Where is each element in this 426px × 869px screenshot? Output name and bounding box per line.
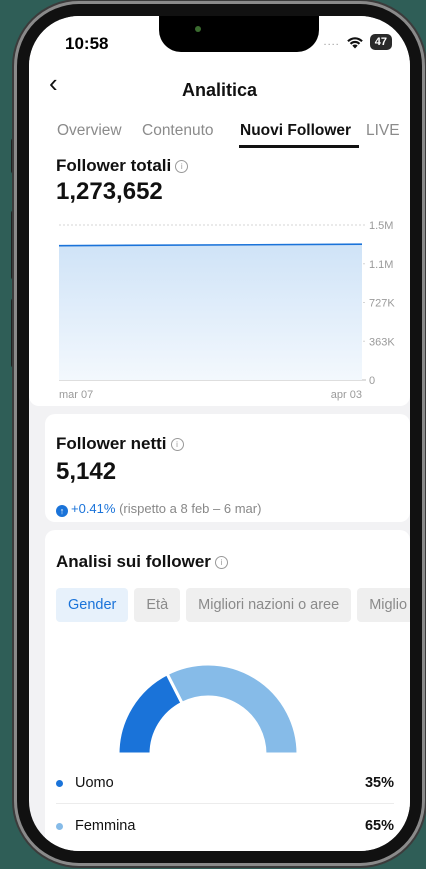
net-followers-title: Follower netti i	[56, 434, 184, 454]
insights-title: Analisi sui follower i	[56, 552, 228, 572]
x-tick-label: apr 03	[331, 389, 362, 401]
delta-note: (rispetto a 8 feb – 6 mar)	[119, 501, 262, 516]
donut-slice-femmina	[165, 662, 300, 756]
net-followers-title-text: Follower netti	[56, 434, 167, 453]
page-title: Analitica	[181, 80, 258, 100]
tab-nuovi-follower[interactable]: Nuovi Follower	[240, 122, 351, 140]
info-icon[interactable]: i	[214, 556, 228, 569]
y-tick-label: 727K	[369, 298, 395, 310]
x-tick-label: mar 07	[59, 389, 93, 401]
chip-top-cities[interactable]: Miglio	[357, 588, 410, 622]
insights-title-text: Analisi sui follower	[56, 552, 211, 571]
legend-divider	[56, 803, 394, 804]
legend-dot-uomo	[56, 779, 63, 787]
status-indicators: .... 47	[324, 34, 392, 50]
total-followers-card: Follower totali i 1,273,652 1.5M 1.1M 727K 3…	[29, 148, 410, 406]
y-tick-label: 363K	[369, 336, 395, 348]
legend-row-uomo: Uomo 35%	[56, 763, 394, 803]
legend-label-femmina: Femmina	[75, 818, 136, 834]
gender-donut-chart	[116, 662, 300, 756]
legend-value-femmina: 65%	[364, 818, 394, 834]
legend-dot-femmina	[56, 822, 63, 830]
follower-insights-card: Analisi sui follower i Gender Età Miglior…	[45, 530, 410, 851]
tab-bar: Overview Contenuto Nuovi Follower LIVE	[29, 110, 410, 149]
legend-row-femmina: Femmina 65%	[56, 806, 394, 846]
camera-icon	[195, 26, 201, 32]
net-followers-delta: ↑ +0.41% (rispetto a 8 feb – 6 mar)	[56, 501, 261, 517]
delta-percent: +0.41%	[71, 501, 116, 516]
y-tick-label: 0	[369, 375, 375, 387]
info-icon[interactable]: i	[170, 438, 184, 451]
phone-frame: 10:58 .... 47 ‹ Analitica Overview Conte…	[17, 4, 422, 863]
arrow-up-icon: ↑	[56, 505, 68, 517]
notch	[159, 16, 319, 52]
nav-header: ‹ Analitica	[29, 60, 410, 110]
status-time: 10:58	[65, 34, 109, 53]
chip-gender[interactable]: Gender	[56, 588, 129, 622]
net-followers-value: 5,142	[56, 458, 117, 485]
legend-label-uomo: Uomo	[75, 775, 114, 791]
insights-filter-chips: Gender Età Migliori nazioni o aree Migli…	[56, 588, 410, 622]
tab-overview[interactable]: Overview	[57, 122, 122, 140]
legend-value-uomo: 35%	[364, 775, 394, 791]
battery-icon: 47	[369, 34, 392, 50]
status-bar: 10:58 .... 47	[29, 16, 410, 60]
followers-area	[59, 244, 362, 380]
net-followers-card: Follower netti i 5,142 ↑ +0.41% (rispetto …	[45, 414, 410, 522]
tab-live[interactable]: LIVE	[366, 122, 400, 140]
y-tick-label: 1.5M	[369, 220, 393, 232]
signal-icon: ....	[323, 36, 340, 48]
chip-top-countries[interactable]: Migliori nazioni o aree	[186, 588, 352, 622]
screen: 10:58 .... 47 ‹ Analitica Overview Conte…	[29, 16, 410, 851]
y-tick-label: 1.1M	[369, 259, 393, 271]
wifi-icon	[346, 36, 363, 48]
tab-contenuto[interactable]: Contenuto	[142, 122, 214, 140]
chip-age[interactable]: Età	[134, 588, 181, 622]
total-followers-chart: 1.5M 1.1M 727K 363K 0 mar 07 apr 03	[58, 220, 395, 401]
